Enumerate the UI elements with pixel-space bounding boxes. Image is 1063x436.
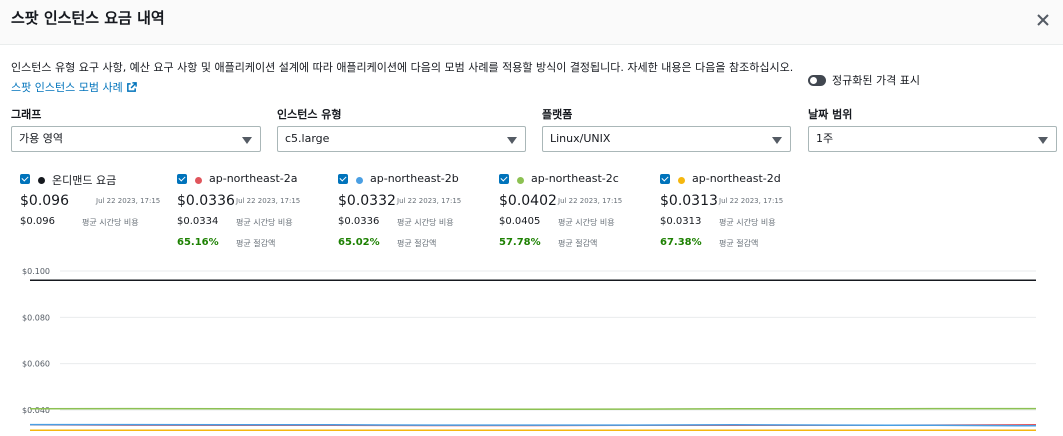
series-name: 온디맨드 요금 [52,174,117,187]
series-name: ap-northeast-2c [531,172,619,185]
series-color-dot [678,177,685,184]
series-name: ap-northeast-2d [692,172,781,185]
series-savings-label: 평균 절감액 [558,239,598,248]
series-date: Jul 22 2023, 17:15 [558,197,623,205]
series-checkbox[interactable] [660,174,670,184]
series-avg: $0.0313 [660,216,702,227]
caret-down-icon [772,137,782,144]
series-savings-label: 평균 절감액 [397,239,437,248]
series-savings-label: 평균 절감액 [719,239,759,248]
series-avg: $0.0334 [177,216,219,227]
date-range-select-value: 1주 [816,132,834,145]
series-name: ap-northeast-2a [209,172,298,185]
date-range-select[interactable]: 1주 [808,126,1057,152]
series-checkbox[interactable] [177,174,187,184]
series-date: Jul 22 2023, 17:15 [236,197,301,205]
description-body: 인스턴스 유형 요구 사항, 예산 요구 사항 및 애플리케이션 설계에 따라 … [11,61,794,74]
modal-header: 스팟 인스턴스 요금 내역 [0,0,1063,45]
series-avg-label: 평균 시간당 비용 [558,218,615,227]
description-text: 인스턴스 유형 요구 사항, 예산 요구 사항 및 애플리케이션 설계에 따라 … [11,58,801,98]
graph-label: 그래프 [11,108,42,121]
series-price: $0.0402 [499,193,557,209]
series-color-dot [517,177,524,184]
series-color-dot [38,177,45,184]
series-name: ap-northeast-2b [370,172,459,185]
series-savings: 65.02% [338,237,380,248]
series-avg: $0.0405 [499,216,541,227]
toggle-label: 정규화된 가격 표시 [832,74,920,87]
series-line-ap-northeast-2c [29,407,1036,411]
platform-label: 플랫폼 [542,108,573,121]
series-savings: 57.78% [499,237,541,248]
y-tick-label: $0.040 [22,406,50,415]
series-avg-label: 평균 시간당 비용 [719,218,776,227]
series-price: $0.0313 [660,193,718,209]
instance-type-select[interactable]: c5.large [277,126,526,152]
normalized-price-toggle[interactable]: 정규화된 가격 표시 [808,72,920,88]
series-checkbox[interactable] [499,174,509,184]
platform-select-value: Linux/UNIX [550,132,611,145]
series-avg-label: 평균 시간당 비용 [82,218,139,227]
series-color-dot [195,177,202,184]
series-savings: 65.16% [177,237,219,248]
series-avg: $0.096 [20,216,55,227]
y-tick-label: $0.100 [22,267,50,276]
graph-select-value: 가용 영역 [19,132,63,145]
best-practices-link-label: 스팟 인스턴스 모범 사례 [11,81,123,94]
series-savings-label: 평균 절감액 [236,239,276,248]
date-range-label: 날짜 범위 [808,108,853,121]
series-price: $0.0332 [338,193,396,209]
external-link-icon [126,82,137,92]
instance-type-select-value: c5.large [285,132,330,145]
instance-type-label: 인스턴스 유형 [277,108,342,121]
series-avg-label: 평균 시간당 비용 [397,218,454,227]
modal-title: 스팟 인스턴스 요금 내역 [11,9,165,27]
series-savings: 67.38% [660,237,702,248]
series-checkbox[interactable] [20,174,30,184]
graph-select[interactable]: 가용 영역 [11,126,261,152]
series-avg: $0.0336 [338,216,380,227]
platform-select[interactable]: Linux/UNIX [542,126,791,152]
series-date: Jul 22 2023, 17:15 [719,197,784,205]
series-date: Jul 22 2023, 17:15 [96,197,161,205]
series-price: $0.096 [20,193,69,209]
y-tick-label: $0.080 [22,313,50,322]
series-color-dot [356,177,363,184]
toggle-switch[interactable] [808,74,826,86]
caret-down-icon [507,137,517,144]
series-date: Jul 22 2023, 17:15 [397,197,462,205]
series-price: $0.0336 [177,193,235,209]
close-icon[interactable] [1033,10,1053,30]
caret-down-icon [1038,137,1048,144]
series-avg-label: 평균 시간당 비용 [236,218,293,227]
caret-down-icon [242,137,252,144]
series-checkbox[interactable] [338,174,348,184]
best-practices-link[interactable]: 스팟 인스턴스 모범 사례 [11,81,137,94]
price-history-chart: $0.100 $0.080 $0.060 $0.040 [22,267,1037,431]
y-tick-label: $0.060 [22,360,50,369]
